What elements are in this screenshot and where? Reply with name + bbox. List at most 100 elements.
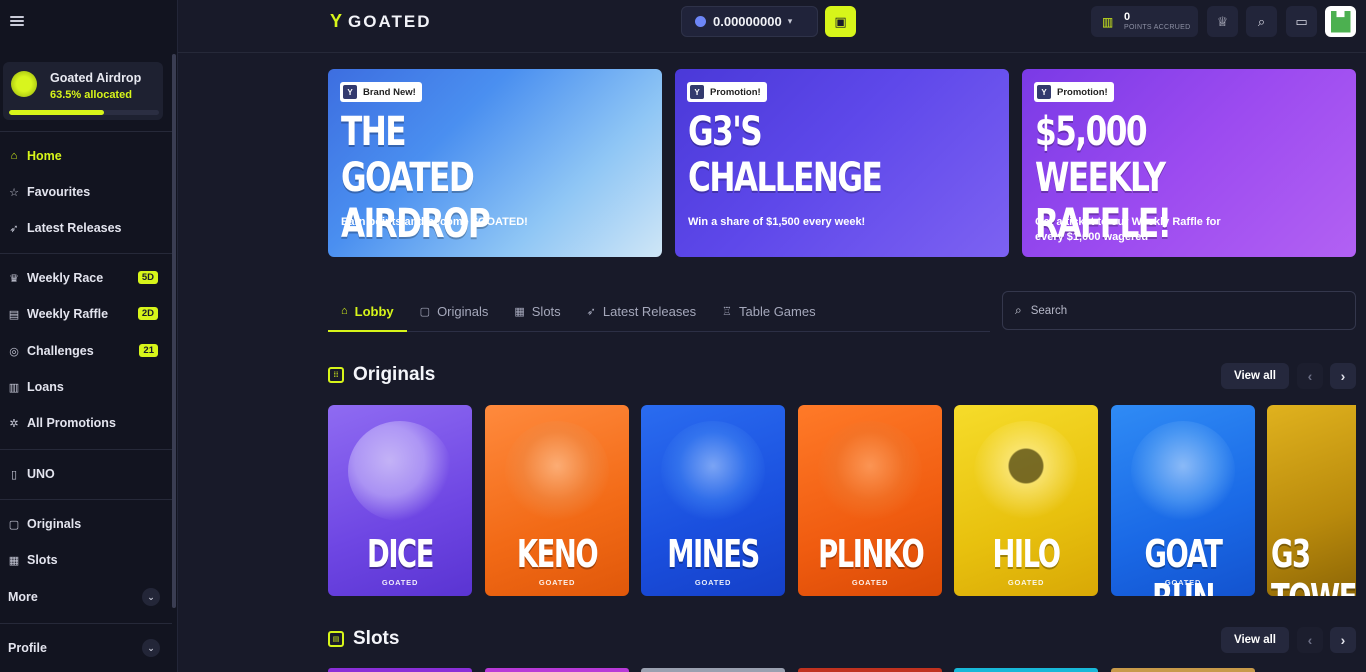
tab-originals[interactable]: ▢ Originals [407, 292, 502, 330]
sidebar-item-label: UNO [27, 467, 55, 481]
goat-run-artwork [1131, 421, 1235, 521]
points-accrued[interactable]: ▥ 0 POINTS ACCRUED [1091, 6, 1198, 37]
avatar[interactable] [1325, 6, 1356, 37]
search-input[interactable] [1030, 304, 1331, 317]
sidebar-item-more[interactable]: More ⌄ [0, 582, 172, 612]
slots-view-all-button[interactable]: View all [1221, 627, 1289, 653]
trophy-icon: ♛ [9, 272, 19, 285]
sidebar-item-label: Slots [27, 553, 58, 567]
sidebar-item-label: Favourites [27, 185, 91, 199]
ticket-icon: ▤ [8, 308, 20, 321]
chevron-down-icon: ⌄ [142, 588, 160, 606]
sidebar-item-label: Home [27, 149, 62, 163]
originals-icon: ▢ [8, 518, 20, 531]
originals-icon: ⁞⁞ [328, 367, 344, 383]
avatar-image [1330, 10, 1351, 33]
originals-icon: ▢ [419, 305, 431, 318]
game-title: PLINKO [818, 532, 925, 576]
airdrop-card[interactable]: Goated Airdrop 63.5% allocated [3, 62, 163, 120]
chevron-down-icon: ⌄ [142, 639, 160, 657]
sidebar-item-home[interactable]: ⌂ Home [0, 141, 172, 171]
dice-artwork [348, 421, 452, 521]
originals-view-all-button[interactable]: View all [1221, 363, 1289, 389]
chevron-right-icon: › [1340, 368, 1346, 384]
sidebar-divider [0, 253, 172, 254]
logo[interactable]: Y GOATED [330, 11, 431, 32]
tab-lobby[interactable]: ⌂ Lobby [328, 292, 407, 332]
game-brand: GOATED [381, 578, 419, 587]
slot-card-peek[interactable] [1111, 668, 1255, 672]
home-icon: ⌂ [341, 305, 348, 317]
slots-next-button[interactable]: › [1330, 627, 1356, 653]
search-button[interactable]: ⌕ [1246, 6, 1277, 37]
banner-airdrop[interactable]: Y Brand New! THE GOATED AIRDROP Earn poin… [328, 69, 662, 257]
balance-amount: 0.00000000 [713, 14, 782, 29]
game-card-goat-run[interactable]: GOAT RUNGOATED [1111, 405, 1255, 596]
game-card-dice[interactable]: DICE GOATED [328, 405, 472, 596]
sidebar-item-slots[interactable]: ▦ Slots [0, 545, 172, 575]
game-title: MINES [667, 532, 760, 576]
section-title-label: Originals [353, 364, 436, 385]
banner-tag-label: Promotion! [1057, 86, 1108, 98]
menu-icon[interactable] [10, 14, 24, 28]
vip-crown-button[interactable]: ♕ [1207, 6, 1238, 37]
sidebar-item-weekly-race[interactable]: ♛ Weekly Race 5D [0, 263, 172, 293]
slot-card-peek[interactable] [641, 668, 785, 672]
slot-card-peek[interactable] [798, 668, 942, 672]
table-games-icon: ♖ [722, 305, 732, 318]
sidebar-item-label: All Promotions [27, 416, 116, 430]
slots-icon: ▤ [328, 631, 344, 647]
game-title: HILO [992, 532, 1060, 576]
tab-table-games[interactable]: ♖ Table Games [709, 292, 828, 330]
goated-mark-icon: Y [1037, 85, 1051, 99]
keno-artwork [505, 421, 609, 521]
target-icon: ◎ [9, 345, 19, 358]
airdrop-allocated: 63.5% allocated [50, 89, 132, 101]
slot-card-peek[interactable] [328, 668, 472, 672]
game-brand: GOATED [1164, 578, 1202, 587]
game-card-keno[interactable]: KENO GOATED [485, 405, 629, 596]
search-box: ⌕ [1002, 291, 1356, 330]
banner-tag: Y Promotion! [1034, 82, 1114, 102]
sidebar-item-all-promotions[interactable]: ✲ All Promotions [0, 408, 172, 438]
tab-label: Lobby [354, 303, 394, 319]
tab-slots[interactable]: ▦ Slots [501, 292, 573, 330]
promotion-icon: ✲ [9, 417, 19, 430]
originals-next-button[interactable]: › [1330, 363, 1356, 389]
tab-latest-releases[interactable]: ➶ Latest Releases [574, 292, 709, 330]
weekly-race-badge: 5D [137, 271, 158, 284]
balance-selector[interactable]: 0.00000000 ▾ [681, 6, 818, 37]
game-brand: GOATED [1007, 578, 1045, 587]
slot-card-peek[interactable] [954, 668, 1098, 672]
game-brand: GOATED [538, 578, 576, 587]
banner-raffle[interactable]: Y Promotion! $5,000 WEEKLY RAFFLE! Get a … [1022, 69, 1356, 257]
chat-button[interactable]: ▭ [1286, 6, 1317, 37]
slot-card-peek[interactable] [485, 668, 629, 672]
sidebar-item-profile[interactable]: Profile ⌄ [0, 633, 172, 663]
rocket-icon: ➶ [586, 305, 596, 318]
chevron-down-icon: ▾ [787, 16, 793, 26]
slots-prev-button[interactable]: ‹ [1297, 627, 1323, 653]
card-icon: ▯ [10, 468, 18, 481]
banner-challenge[interactable]: Y Promotion! G3'S CHALLENGE Win a share o… [675, 69, 1009, 257]
game-card-mines[interactable]: MINES GOATED [641, 405, 785, 596]
game-card-hilo[interactable]: HILO GOATED [954, 405, 1098, 596]
sidebar-item-label: Originals [27, 517, 82, 531]
sidebar-item-originals[interactable]: ▢ Originals [0, 509, 172, 539]
sidebar-item-weekly-raffle[interactable]: ▤ Weekly Raffle 2D [0, 299, 172, 329]
sidebar-item-loans[interactable]: ▥ Loans [0, 372, 172, 402]
tab-label: Slots [531, 303, 561, 319]
game-brand: GOATED [851, 578, 889, 587]
sidebar: Goated Airdrop 63.5% allocated ⌂ Home ☆ Fa… [0, 0, 178, 672]
sidebar-item-challenges[interactable]: ◎ Challenges 21 [0, 336, 172, 366]
points-value: 0 [1124, 11, 1131, 23]
originals-prev-button[interactable]: ‹ [1297, 363, 1323, 389]
sidebar-scrollbar[interactable] [172, 54, 176, 608]
game-card-plinko[interactable]: PLINKO GOATED [798, 405, 942, 596]
sidebar-item-uno[interactable]: ▯ UNO [0, 459, 172, 489]
sidebar-item-favourites[interactable]: ☆ Favourites [0, 177, 172, 207]
tab-label: Latest Releases [602, 303, 697, 319]
wallet-button[interactable]: ▣ [825, 6, 856, 37]
sidebar-item-latest-releases[interactable]: ➶ Latest Releases [0, 213, 172, 243]
game-card-g3-tower[interactable]: G3 TOWER [1267, 405, 1356, 596]
